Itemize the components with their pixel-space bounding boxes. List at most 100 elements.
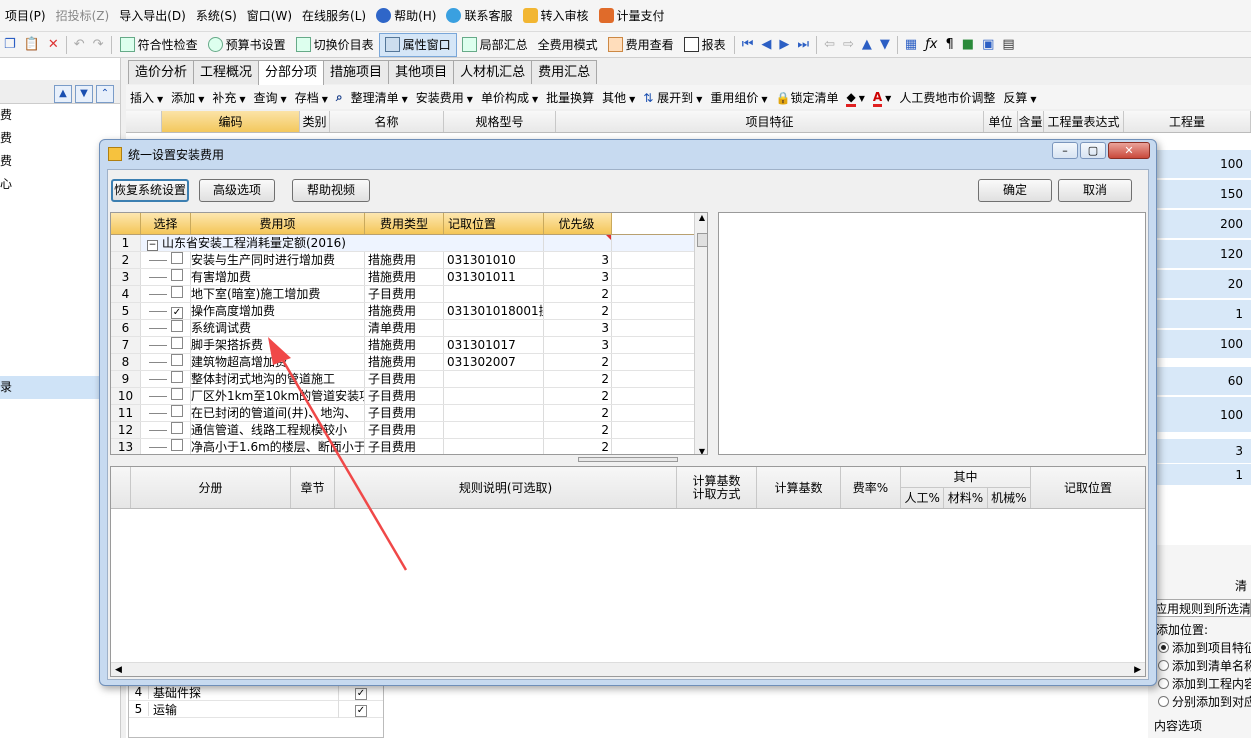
scroll-left-icon[interactable]: ◀ (115, 665, 122, 675)
col-rate[interactable]: 费率% (841, 467, 901, 508)
cancel-button[interactable]: 取消 (1058, 179, 1132, 202)
radio-add-to-features[interactable]: 添加到项目特征 (1148, 639, 1251, 657)
arrow-right-icon[interactable]: ⇨ (839, 37, 858, 52)
checkbox[interactable]: ✓ (355, 704, 367, 717)
fee-checkbox[interactable] (171, 388, 183, 400)
fee-type-cell[interactable]: 措施费用 (365, 337, 444, 353)
reuse-price-dropdown[interactable]: 重用组价 ▼ (706, 89, 771, 106)
scroll-thumb[interactable] (697, 233, 707, 247)
col-item-features[interactable]: 项目特征 (556, 111, 984, 132)
move-down-icon[interactable]: ▼ (876, 37, 894, 52)
restore-defaults-button[interactable]: 恢复系统设置 (111, 179, 189, 202)
fee-checkbox[interactable] (171, 252, 183, 264)
compliance-check-button[interactable]: 符合性检查 (115, 33, 203, 57)
lock-list-button[interactable]: 🔒锁定清单 (772, 89, 843, 106)
other-dropdown[interactable]: 其他 ▼ (598, 89, 639, 106)
record-position-cell[interactable]: 031301018001操 (444, 303, 544, 319)
fee-type-cell[interactable]: 子目费用 (365, 286, 444, 302)
priority-cell[interactable]: 2 (544, 354, 612, 370)
fee-type-cell[interactable]: 措施费用 (365, 252, 444, 268)
maximize-icon[interactable]: ▢ (1080, 142, 1106, 159)
fee-row[interactable]: 4 地下室(暗室)施工增加费 子目费用 2 (111, 286, 707, 303)
fee-checkbox[interactable]: ✓ (171, 307, 183, 319)
menu-metered-payment[interactable]: 计量支付 (594, 0, 670, 32)
col-record-position[interactable]: 记取位置 (1031, 467, 1145, 508)
col-material-pct[interactable]: 材料% (944, 488, 988, 508)
query-dropdown[interactable]: 查询 ▼ (250, 89, 291, 106)
tab-other-items[interactable]: 其他项目 (388, 60, 455, 84)
first-icon[interactable]: ⏮ (738, 37, 758, 52)
col-rule-description[interactable]: 规则说明(可选取) (335, 467, 677, 508)
organize-list-dropdown[interactable]: 整理清单 ▼ (347, 89, 412, 106)
record-position-cell[interactable] (444, 405, 544, 421)
fee-item-cell[interactable]: 地下室(暗室)施工增加费 (191, 286, 365, 302)
full-cost-mode-button[interactable]: 全费用模式 (533, 33, 603, 57)
list-item[interactable]: 5 运输 ✓ (129, 700, 383, 718)
fill-color-dropdown[interactable]: ◆ ▼ (842, 90, 868, 107)
paste-icon[interactable]: 📋 (20, 37, 44, 52)
fee-item-cell[interactable]: 厂区外1km至10km的管道安装项 (191, 388, 365, 404)
delete-icon[interactable]: ✕ (44, 37, 63, 52)
ok-button[interactable]: 确定 (978, 179, 1052, 202)
fee-item-cell[interactable]: 系统调试费 (191, 320, 365, 336)
paragraph-icon[interactable]: ¶ (941, 37, 957, 52)
radio-add-separately[interactable]: 分别添加到对应 (1148, 693, 1251, 711)
install-cost-dropdown[interactable]: 安装费用 ▼ (412, 89, 477, 106)
tab-cost-analysis[interactable]: 造价分析 (128, 60, 195, 84)
tab-labor-material-machine[interactable]: 人材机汇总 (453, 60, 533, 84)
fee-checkbox[interactable] (171, 371, 183, 383)
quantity-cell[interactable]: 100 (1151, 150, 1251, 179)
fee-row[interactable]: 11 在已封闭的管道间(井)、地沟、 子目费用 2 (111, 405, 707, 422)
col-select[interactable]: 选择 (141, 213, 191, 234)
add-dropdown[interactable]: 添加 ▼ (167, 89, 208, 106)
col-code[interactable]: 编码 (162, 111, 300, 132)
dialog-title-bar[interactable]: 统一设置安装费用 – ▢ ✕ (100, 140, 1156, 168)
copy-icon[interactable]: ❐ (0, 37, 20, 52)
move-up-icon[interactable]: ▲ (54, 84, 72, 103)
fee-type-cell[interactable]: 子目费用 (365, 439, 444, 454)
horizontal-splitter-grip[interactable] (578, 457, 678, 462)
fee-item-cell[interactable]: 安装与生产同时进行增加费 (191, 252, 365, 268)
rules-grid-hscroll[interactable]: ◀ ▶ (111, 662, 1145, 676)
fee-type-cell[interactable]: 措施费用 (365, 269, 444, 285)
tab-project-overview[interactable]: 工程概况 (193, 60, 260, 84)
record-position-cell[interactable] (444, 371, 544, 387)
fee-type-cell[interactable]: 子目费用 (365, 388, 444, 404)
fee-row[interactable]: 12 通信管道、线路工程规模较小 子目费用 2 (111, 422, 707, 439)
radio-add-to-work-content[interactable]: 添加到工程内容 (1148, 675, 1251, 693)
menu-import-export[interactable]: 导入导出(D) (114, 0, 191, 32)
record-position-cell[interactable] (444, 439, 544, 454)
col-content[interactable]: 含量 (1018, 111, 1044, 132)
fee-checkbox[interactable] (171, 422, 183, 434)
priority-cell[interactable]: 3 (544, 269, 612, 285)
redo-icon[interactable]: ↷ (89, 37, 108, 52)
fee-item-cell[interactable]: 有害增加费 (191, 269, 365, 285)
menu-bidding[interactable]: 招投标(Z) (51, 0, 115, 32)
col-labor-pct[interactable]: 人工% (901, 488, 945, 508)
col-name[interactable]: 名称 (330, 111, 444, 132)
scroll-up-icon[interactable]: ▲ (695, 213, 707, 227)
fee-item-cell[interactable]: 在已封闭的管道间(井)、地沟、 (191, 405, 365, 421)
quantity-cell[interactable]: 120 (1151, 240, 1251, 269)
fee-row[interactable]: 7 脚手架搭拆费 措施费用 031301017 3 (111, 337, 707, 354)
calculator-icon[interactable]: ▦ (901, 37, 921, 52)
col-spec-model[interactable]: 规格型号 (444, 111, 556, 132)
arrow-left-icon[interactable]: ⇦ (820, 37, 839, 52)
priority-cell[interactable]: 2 (544, 439, 612, 454)
report-button[interactable]: 报表 (679, 33, 731, 57)
priority-cell[interactable]: 3 (544, 337, 612, 353)
tab-sub-items[interactable]: 分部分项 (258, 60, 325, 86)
fee-type-cell[interactable]: 子目费用 (365, 371, 444, 387)
record-position-cell[interactable] (444, 286, 544, 302)
checkbox[interactable]: ✓ (355, 687, 367, 700)
labor-price-adjust-button[interactable]: 人工费地市价调整 (895, 89, 999, 106)
fee-checkbox[interactable] (171, 405, 183, 417)
record-position-cell[interactable]: 031301017 (444, 337, 544, 353)
record-position-cell[interactable]: 031301011 (444, 269, 544, 285)
scroll-right-icon[interactable]: ▶ (1134, 665, 1141, 675)
menu-help[interactable]: 帮助(H) (371, 0, 441, 32)
close-icon[interactable]: ✕ (1108, 142, 1150, 159)
record-position-cell[interactable] (444, 422, 544, 438)
menu-project[interactable]: 项目(P) (0, 0, 51, 32)
switch-price-list-button[interactable]: 切换价目表 (291, 33, 379, 57)
